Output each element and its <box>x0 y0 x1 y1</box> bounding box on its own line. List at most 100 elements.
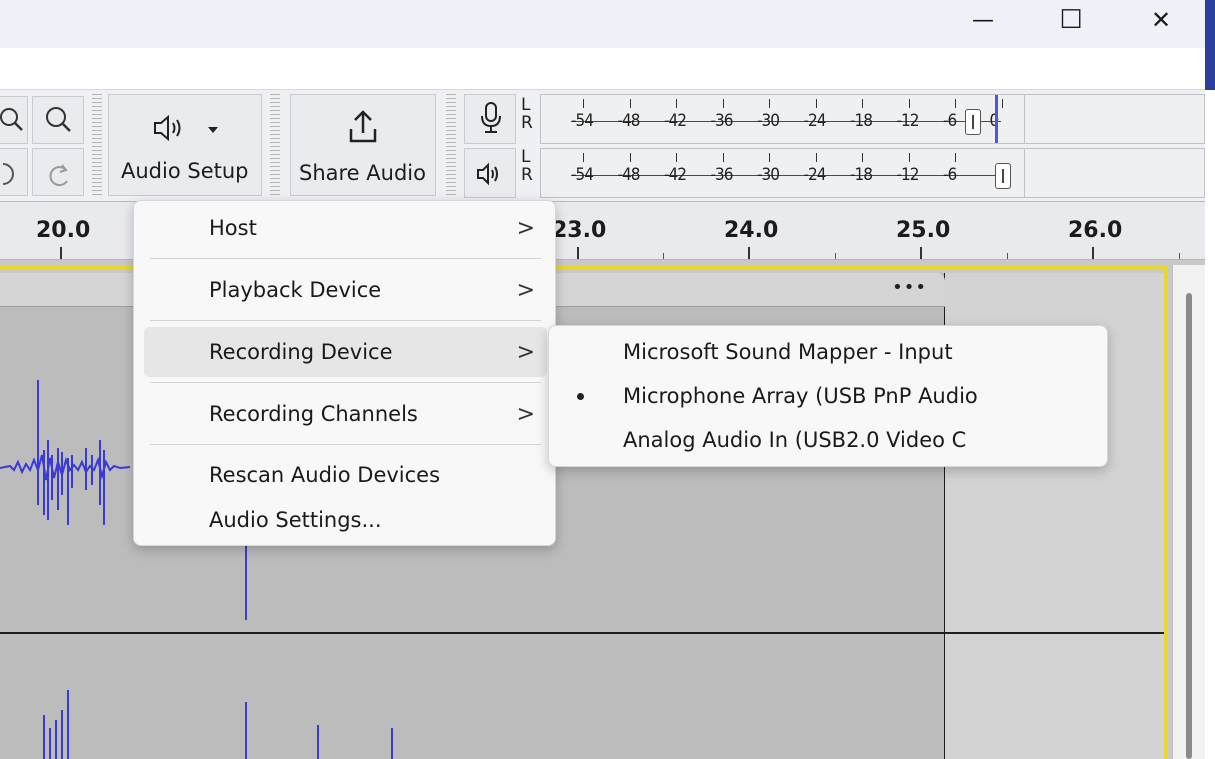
meter-tick-mark <box>583 99 584 108</box>
speaker-icon <box>154 114 181 142</box>
channel-left-label: L <box>521 147 531 167</box>
zoom-out-icon <box>0 108 23 131</box>
zoom-in-button[interactable] <box>32 96 84 144</box>
menu-separator <box>150 258 541 259</box>
zoom-in-icon <box>46 107 71 132</box>
menu-item-label: Recording Channels <box>209 402 418 426</box>
vertical-scrollbar[interactable] <box>1172 265 1205 759</box>
meter-tick-label: -18 <box>850 111 873 131</box>
minimize-button[interactable]: — <box>958 0 1008 40</box>
playback-meter[interactable]: -54 -48 -42 -36 -30 -24 -18 -12 -6 <box>540 148 1025 198</box>
selected-bullet-icon <box>577 392 584 400</box>
ruler-minor-tick <box>1007 253 1008 259</box>
meter-tick-mark <box>676 153 677 162</box>
ruler-major-tick <box>748 247 750 259</box>
playback-meter-button[interactable] <box>464 148 516 198</box>
menu-item-playback-device[interactable]: Playback Device > <box>144 265 547 315</box>
menu-separator <box>150 382 541 383</box>
playback-meter-channels: L R <box>521 148 533 184</box>
recording-peak-indicator <box>995 95 998 143</box>
playback-level-slider[interactable] <box>995 163 1011 189</box>
meter-tick-label: -36 <box>710 165 734 185</box>
meter-tick-label: -24 <box>803 111 827 131</box>
device-option-sound-mapper[interactable]: Microsoft Sound Mapper - Input <box>549 331 1107 373</box>
meter-tick-label: -48 <box>617 165 641 185</box>
meter-tick-mark <box>908 153 910 162</box>
ruler-label: 20.0 <box>36 218 91 243</box>
ruler-major-tick <box>920 247 922 259</box>
recording-level-slider[interactable] <box>965 109 981 135</box>
meter-tick-mark <box>629 99 631 108</box>
channel-right-label: R <box>521 113 533 133</box>
recording-meter[interactable]: -54 -48 -42 -36 -30 -24 -18 -12 -6 0 <box>540 94 1025 144</box>
meter-tick-label: -42 <box>664 165 687 185</box>
ruler-minor-tick <box>835 253 836 259</box>
meter-tick-label: -6 <box>943 165 957 185</box>
undo-button[interactable] <box>0 148 28 196</box>
meter-tick-mark <box>769 99 770 108</box>
meter-tick-mark <box>676 99 677 108</box>
recording-device-submenu: Microsoft Sound Mapper - Input Microphon… <box>548 325 1108 467</box>
meter-tick-mark <box>722 153 724 162</box>
toolbar: Audio Setup Share Audio L R -54 -48 -42 -36… <box>0 90 1205 202</box>
meter-tick-mark <box>815 99 817 108</box>
ruler-label: 25.0 <box>896 218 951 243</box>
device-option-microphone-array[interactable]: Microphone Array (USB PnP Audio <box>549 375 1107 417</box>
meter-tick-mark <box>815 153 817 162</box>
chevron-right-icon: > <box>516 339 535 365</box>
maximize-button[interactable]: ☐ <box>1046 0 1096 40</box>
channel-divider <box>0 632 1164 634</box>
meter-tick-label: -24 <box>803 165 827 185</box>
microphone-icon <box>481 102 501 133</box>
meter-tick-mark <box>722 99 724 108</box>
share-audio-button[interactable]: Share Audio <box>290 94 436 196</box>
ruler-label: 24.0 <box>724 218 779 243</box>
menu-item-rescan-audio-devices[interactable]: Rescan Audio Devices <box>144 452 547 498</box>
toolbar-grip[interactable] <box>92 94 102 198</box>
maximize-icon: ☐ <box>1059 5 1083 35</box>
device-option-label: Microphone Array (USB PnP Audio <box>623 384 978 408</box>
menu-item-recording-device[interactable]: Recording Device > <box>144 327 547 377</box>
meter-tick-label: -42 <box>664 111 687 131</box>
menu-item-label: Rescan Audio Devices <box>209 463 441 487</box>
ruler-major-tick <box>60 247 62 259</box>
chevron-right-icon: > <box>516 215 535 241</box>
meter-tick-label: -54 <box>571 111 594 131</box>
menu-item-label: Host <box>209 216 257 240</box>
meter-tick-mark <box>908 99 910 108</box>
ruler-major-tick <box>1092 247 1094 259</box>
meter-tick-mark <box>862 153 863 162</box>
zoom-out-button[interactable] <box>0 96 28 144</box>
ruler-minor-tick <box>1179 253 1180 259</box>
meter-tick-label: -54 <box>571 165 594 185</box>
menu-item-audio-settings[interactable]: Audio Settings... <box>144 497 547 543</box>
audio-setup-menu: Host > Playback Device > Recording Devic… <box>133 200 556 546</box>
window-edge <box>1205 0 1215 90</box>
channel-left-label: L <box>521 95 531 115</box>
redo-button[interactable] <box>32 148 84 196</box>
menu-item-recording-channels[interactable]: Recording Channels > <box>144 389 547 439</box>
toolbar-grip[interactable] <box>446 94 456 198</box>
share-audio-label: Share Audio <box>299 161 426 185</box>
close-button[interactable]: ✕ <box>1136 0 1186 40</box>
dropdown-arrow-icon <box>208 127 218 133</box>
menu-item-label: Playback Device <box>209 278 382 302</box>
meter-tick-label: -18 <box>850 165 873 185</box>
record-meter-button[interactable] <box>464 94 516 144</box>
meter-spacer <box>1025 148 1205 198</box>
meter-tick-mark <box>629 153 631 162</box>
meter-tick-mark <box>769 153 770 162</box>
meter-tick-label: -30 <box>757 165 780 185</box>
scrollbar-thumb[interactable] <box>1186 293 1192 759</box>
ruler-major-tick <box>577 247 579 259</box>
ruler-minor-tick <box>663 253 664 259</box>
audio-setup-label: Audio Setup <box>121 159 249 183</box>
menu-separator <box>150 444 541 445</box>
toolbar-grip[interactable] <box>270 94 280 198</box>
device-option-label: Analog Audio In (USB2.0 Video C <box>623 428 967 452</box>
title-bar: — ☐ ✕ <box>0 0 1205 48</box>
audio-setup-button[interactable]: Audio Setup <box>108 94 262 196</box>
device-option-analog-audio-in[interactable]: Analog Audio In (USB2.0 Video C <box>549 419 1107 461</box>
menu-item-host[interactable]: Host > <box>144 203 547 253</box>
redo-icon <box>49 164 68 187</box>
